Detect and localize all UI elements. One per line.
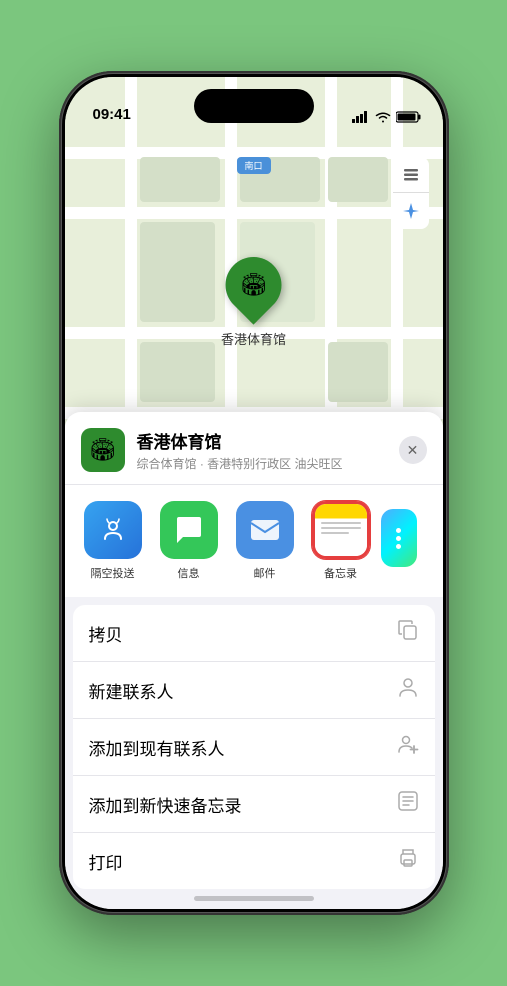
- stadium-pin: 🏟 香港体育馆: [221, 257, 286, 348]
- airdrop-label: 隔空投送: [91, 565, 135, 581]
- venue-subtitle: 综合体育馆 · 香港特别行政区 油尖旺区: [137, 455, 399, 472]
- venue-info: 香港体育馆 综合体育馆 · 香港特别行政区 油尖旺区: [137, 428, 399, 472]
- share-row: 隔空投送 信息: [65, 485, 443, 597]
- messages-label: 信息: [178, 565, 200, 581]
- share-item-more[interactable]: [381, 509, 417, 573]
- map-block: [140, 157, 220, 202]
- action-add-contact-label: 添加到现有联系人: [89, 735, 225, 760]
- dynamic-island: [194, 89, 314, 123]
- action-item-print[interactable]: 打印: [73, 833, 435, 889]
- map-label-prefix: 南口: [244, 161, 262, 171]
- map-road: [65, 207, 443, 219]
- map-block: [140, 222, 215, 322]
- more-icon[interactable]: [381, 509, 417, 567]
- person-add-icon: [397, 733, 419, 761]
- pin-label: 香港体育馆: [221, 329, 286, 348]
- action-copy-label: 拷贝: [89, 621, 123, 646]
- action-print-label: 打印: [89, 849, 123, 874]
- signal-icon: [352, 111, 370, 123]
- home-indicator: [194, 896, 314, 901]
- share-item-mail[interactable]: 邮件: [229, 501, 301, 581]
- battery-icon: [396, 111, 421, 123]
- share-item-notes[interactable]: 备忘录: [305, 501, 377, 581]
- stadium-icon: 🏟: [240, 272, 268, 298]
- bottom-sheet: 🏟 香港体育馆 综合体育馆 · 香港特别行政区 油尖旺区 ✕: [65, 412, 443, 909]
- pin-circle: 🏟: [214, 245, 293, 324]
- action-item-copy[interactable]: 拷贝: [73, 605, 435, 662]
- phone-frame: 09:41: [59, 71, 449, 915]
- copy-icon: [397, 619, 419, 647]
- action-quick-note-label: 添加到新快速备忘录: [89, 792, 242, 817]
- mail-label: 邮件: [254, 565, 276, 581]
- map-label: 南口: [236, 157, 270, 174]
- status-icons: [352, 111, 421, 123]
- note-icon: [397, 790, 419, 818]
- venue-name: 香港体育馆: [137, 428, 399, 453]
- action-list: 拷贝 新建联系人: [73, 605, 435, 889]
- map-controls[interactable]: [393, 157, 429, 229]
- venue-icon: 🏟: [81, 428, 125, 472]
- action-new-contact-label: 新建联系人: [89, 678, 174, 703]
- notes-label: 备忘录: [324, 565, 357, 581]
- status-time: 09:41: [93, 106, 131, 123]
- person-icon: [397, 676, 419, 704]
- close-button[interactable]: ✕: [399, 436, 427, 464]
- action-item-add-contact[interactable]: 添加到现有联系人: [73, 719, 435, 776]
- airdrop-icon[interactable]: [84, 501, 142, 559]
- phone-screen: 09:41: [65, 77, 443, 909]
- map-layers-button[interactable]: [393, 157, 429, 193]
- map-block: [140, 342, 215, 402]
- action-item-new-contact[interactable]: 新建联系人: [73, 662, 435, 719]
- share-item-airdrop[interactable]: 隔空投送: [77, 501, 149, 581]
- messages-icon[interactable]: [160, 501, 218, 559]
- map-block: [328, 342, 388, 402]
- share-item-messages[interactable]: 信息: [153, 501, 225, 581]
- print-icon: [397, 847, 419, 875]
- action-item-quick-note[interactable]: 添加到新快速备忘录: [73, 776, 435, 833]
- venue-header: 🏟 香港体育馆 综合体育馆 · 香港特别行政区 油尖旺区 ✕: [65, 412, 443, 485]
- location-button[interactable]: [393, 193, 429, 229]
- notes-icon[interactable]: [312, 501, 370, 559]
- map-block: [328, 157, 388, 202]
- mail-icon[interactable]: [236, 501, 294, 559]
- wifi-icon: [375, 111, 391, 123]
